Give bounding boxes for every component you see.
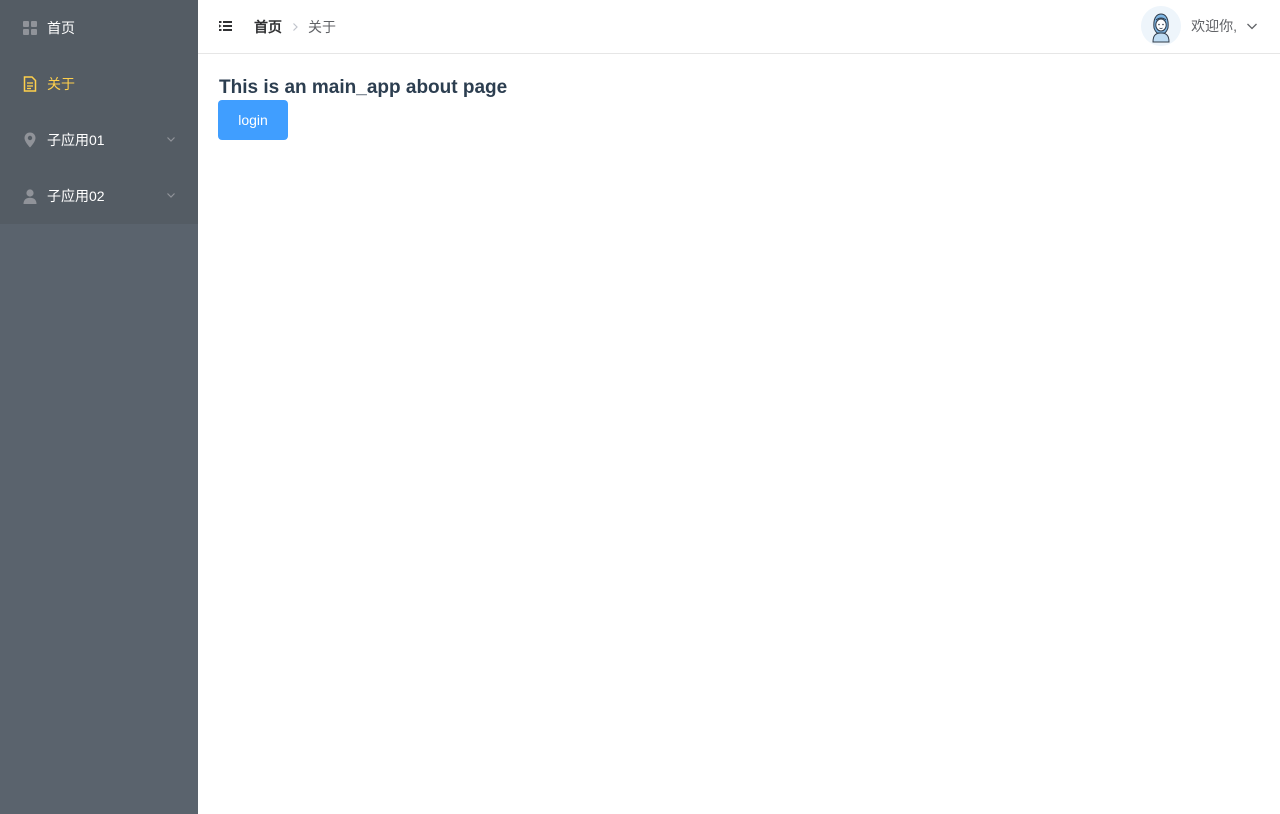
document-icon xyxy=(22,76,38,92)
chevron-right-icon xyxy=(293,23,298,31)
user-avatar-icon[interactable] xyxy=(1141,6,1182,46)
user-dropdown[interactable]: 欢迎你, xyxy=(1141,6,1258,46)
page-heading: This is an main_app about page xyxy=(219,77,508,98)
breadcrumb: 首页 关于 xyxy=(254,17,336,37)
sidebar-item-home[interactable]: 首页 xyxy=(0,0,198,56)
location-pin-icon xyxy=(22,132,38,148)
menu-fold-icon[interactable] xyxy=(219,19,233,33)
chevron-down-icon xyxy=(167,193,175,198)
breadcrumb-current: 关于 xyxy=(308,19,336,35)
sidebar-item-label: 首页 xyxy=(47,20,75,36)
sidebar-item-about[interactable]: 关于 xyxy=(0,56,198,112)
grid-icon xyxy=(22,20,38,36)
sidebar-item-label: 子应用01 xyxy=(47,132,105,148)
breadcrumb-home-link[interactable]: 首页 xyxy=(254,17,282,37)
sidebar-item-label: 关于 xyxy=(47,76,75,92)
chevron-down-icon xyxy=(167,137,175,142)
sidebar-submenu-app02[interactable]: 子应用02 xyxy=(0,168,198,224)
sidebar-item-label: 子应用02 xyxy=(47,188,105,204)
user-icon xyxy=(22,188,38,204)
welcome-text: 欢迎你, xyxy=(1191,18,1237,34)
chevron-down-icon[interactable] xyxy=(1246,20,1258,32)
sidebar-submenu-app01[interactable]: 子应用01 xyxy=(0,112,198,168)
app-root: 首页 关于 子应用01 子应用02 首页 关于 欢迎你, This is an … xyxy=(0,0,1280,814)
top-header: 首页 关于 欢迎你, xyxy=(198,0,1280,54)
sidebar-menu: 首页 关于 子应用01 子应用02 xyxy=(0,0,198,224)
sidebar: 首页 关于 子应用01 子应用02 xyxy=(0,0,198,814)
login-button[interactable]: login xyxy=(218,100,288,140)
main-content: This is an main_app about page login xyxy=(198,55,1280,814)
